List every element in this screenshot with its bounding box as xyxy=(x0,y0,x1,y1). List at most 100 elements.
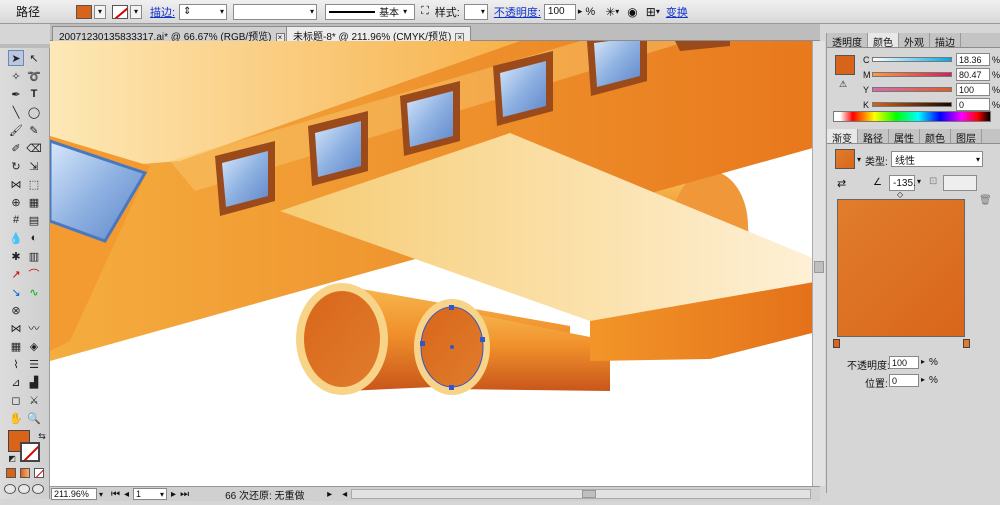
brush-style-field[interactable]: 基本 ▾ xyxy=(325,3,416,20)
first-artboard-icon[interactable]: ⏮ xyxy=(111,489,120,500)
gradient-tool-icon[interactable]: ▤ xyxy=(26,212,42,228)
tab-color-guide[interactable]: 颜色 xyxy=(920,129,951,145)
lasso-tool-icon[interactable]: ➰ xyxy=(26,68,42,84)
tab-document-1[interactable]: 20071230135833317.ai* @ 66.67% (RGB/预览) × xyxy=(52,26,292,43)
none-mode-button[interactable] xyxy=(34,468,44,478)
free-transform-tool-icon[interactable]: ⬚ xyxy=(26,176,42,192)
channel-slider-c[interactable] xyxy=(872,57,952,62)
stroke-dropdown[interactable]: ▾ xyxy=(130,4,142,19)
chevron-down-icon[interactable]: ▾ xyxy=(917,177,921,186)
chevron-right-icon[interactable]: ▸ xyxy=(578,6,583,17)
opacity-link[interactable]: 不透明度: xyxy=(494,4,541,20)
next-artboard-icon[interactable]: ▸ xyxy=(171,489,176,500)
scrollbar-thumb[interactable] xyxy=(814,261,824,273)
hand-tool-icon[interactable]: ✋ xyxy=(8,410,24,426)
tab-transparency[interactable]: 透明度 xyxy=(827,33,868,49)
last-artboard-icon[interactable]: ⏭ xyxy=(180,489,189,500)
selection-tool-icon[interactable]: ➤ xyxy=(8,50,24,66)
type-tool-icon[interactable]: T xyxy=(26,86,42,102)
trash-icon[interactable]: 🗑 xyxy=(979,195,992,206)
width-tool-icon[interactable]: ⋈ xyxy=(8,176,24,192)
ellipse-tool-icon[interactable]: ◯ xyxy=(26,104,42,120)
aspect-ratio-field[interactable] xyxy=(943,175,977,191)
paintbrush-tool-icon[interactable]: 🖌 xyxy=(8,122,24,138)
zoom-field[interactable]: 211.96% xyxy=(51,488,97,500)
anchor-point[interactable] xyxy=(449,385,454,390)
gradient-stop-end[interactable] xyxy=(963,339,970,348)
align-grid-icon[interactable]: ⊞ xyxy=(646,5,656,19)
perspective-grid-tool-icon[interactable]: ▦ xyxy=(26,194,42,210)
rotate-tool-icon[interactable]: ↻ xyxy=(8,158,24,174)
vertical-scrollbar[interactable] xyxy=(812,41,825,486)
measure-tool-icon[interactable]: ▟ xyxy=(26,374,42,390)
gradient-type-select[interactable]: 线性 ▾ xyxy=(891,151,983,167)
anchor-point[interactable] xyxy=(420,341,425,346)
align-tool-icon[interactable]: ☰ xyxy=(26,356,42,372)
gradient-preview-swatch[interactable] xyxy=(835,149,855,169)
column-graph-tool-icon[interactable]: ▥ xyxy=(26,248,42,264)
horizontal-scrollbar[interactable] xyxy=(351,489,812,499)
curve-tool-icon[interactable]: ↘ xyxy=(8,284,24,300)
chevron-right-icon[interactable]: ▸ xyxy=(921,357,925,366)
gradient-stop-start[interactable] xyxy=(833,339,840,348)
symbol-sprayer-tool-icon[interactable]: ✱ xyxy=(8,248,24,264)
chevron-down-icon[interactable]: ▾ xyxy=(857,155,861,164)
eraser-tool-icon[interactable]: ⌫ xyxy=(26,140,42,156)
artboard-number-field[interactable]: 1 ▾ xyxy=(133,488,168,500)
scrollbar-thumb[interactable] xyxy=(582,490,597,498)
fill-dropdown[interactable]: ▾ xyxy=(94,4,106,19)
stroke-swatch[interactable] xyxy=(112,4,128,19)
chevron-down-icon[interactable]: ▾ xyxy=(656,7,660,16)
tab-pathfinder[interactable]: 路径 xyxy=(858,129,889,145)
pencil-tool-icon[interactable]: ✎ xyxy=(26,122,42,138)
chevron-down-icon[interactable]: ▾ xyxy=(615,7,619,16)
draw-inside-button[interactable] xyxy=(32,484,44,494)
midpoint-diamond-icon[interactable]: ◇ xyxy=(897,190,903,199)
default-colors-icon[interactable]: ◩ xyxy=(4,450,20,466)
tab-attributes[interactable]: 属性 xyxy=(889,129,920,145)
channel-slider-m[interactable] xyxy=(872,72,952,77)
tab-appearance[interactable]: 外观 xyxy=(899,33,930,49)
eyedropper-alt-tool-icon[interactable]: ⊿ xyxy=(8,374,24,390)
tools-grip[interactable] xyxy=(0,44,50,48)
opacity-field[interactable]: 100 xyxy=(543,3,576,20)
chevron-right-icon[interactable]: ▸ xyxy=(921,375,925,384)
zoom-tool-icon[interactable]: 🔍 xyxy=(26,410,42,426)
fill-swatch[interactable] xyxy=(76,4,92,19)
previous-artboard-icon[interactable]: ◂ xyxy=(124,489,129,500)
direct-selection-tool-icon[interactable]: ↖ xyxy=(26,50,42,66)
stroke-link[interactable]: 描边: xyxy=(150,4,175,20)
mesh-tool-icon[interactable]: # xyxy=(8,212,24,228)
eyedropper-tool-icon[interactable]: 💧 xyxy=(8,230,24,246)
shape-builder-tool-icon[interactable]: ⊕ xyxy=(8,194,24,210)
scroll-left-icon[interactable]: ◂ xyxy=(342,489,347,500)
scale-tool-icon[interactable]: ⇲ xyxy=(26,158,42,174)
channel-value-y[interactable]: 100 xyxy=(956,83,990,96)
stroke-weight-field[interactable]: ⇕ ▾ xyxy=(179,3,228,20)
tab-color[interactable]: 颜色 xyxy=(868,33,899,49)
channel-value-k[interactable]: 0 xyxy=(956,98,990,111)
draw-behind-button[interactable] xyxy=(18,484,30,494)
magic-wand-tool-icon[interactable]: ✧ xyxy=(8,68,24,84)
globe-icon[interactable]: ◉ xyxy=(627,5,637,19)
color-spectrum-bar[interactable] xyxy=(833,111,991,122)
blend-tool-icon[interactable]: ◐ xyxy=(26,230,42,246)
blob-brush-tool-icon[interactable]: ✐ xyxy=(8,140,24,156)
variable-width-field[interactable]: ▾ xyxy=(233,3,318,20)
crosshair-tool-icon[interactable]: ⊗ xyxy=(8,302,24,318)
tab-layers[interactable]: 图层 xyxy=(951,129,982,145)
stop-opacity-field[interactable]: 100 xyxy=(889,356,919,369)
artboard-tool-icon[interactable]: ◻ xyxy=(8,392,24,408)
channel-value-m[interactable]: 80.47 xyxy=(956,68,990,81)
add-anchor-tool-icon[interactable]: ↗ xyxy=(8,266,24,282)
color-mode-button[interactable] xyxy=(6,468,16,478)
out-of-gamut-icon[interactable]: ⚠ xyxy=(839,79,847,90)
smooth-tool-icon[interactable]: ∿ xyxy=(26,284,42,300)
channel-slider-y[interactable] xyxy=(872,87,952,92)
convert-anchor-tool-icon[interactable]: ⌒ xyxy=(26,266,42,282)
knife-tool-icon[interactable]: ⚔ xyxy=(26,392,42,408)
line-tool-icon[interactable]: ╲ xyxy=(8,104,24,120)
slice-tool-icon[interactable]: ◈ xyxy=(26,338,42,354)
chart-tool-icon[interactable]: ⌇ xyxy=(8,356,24,372)
tab-document-2[interactable]: 未标题-8* @ 211.96% (CMYK/预览) × xyxy=(286,26,472,43)
